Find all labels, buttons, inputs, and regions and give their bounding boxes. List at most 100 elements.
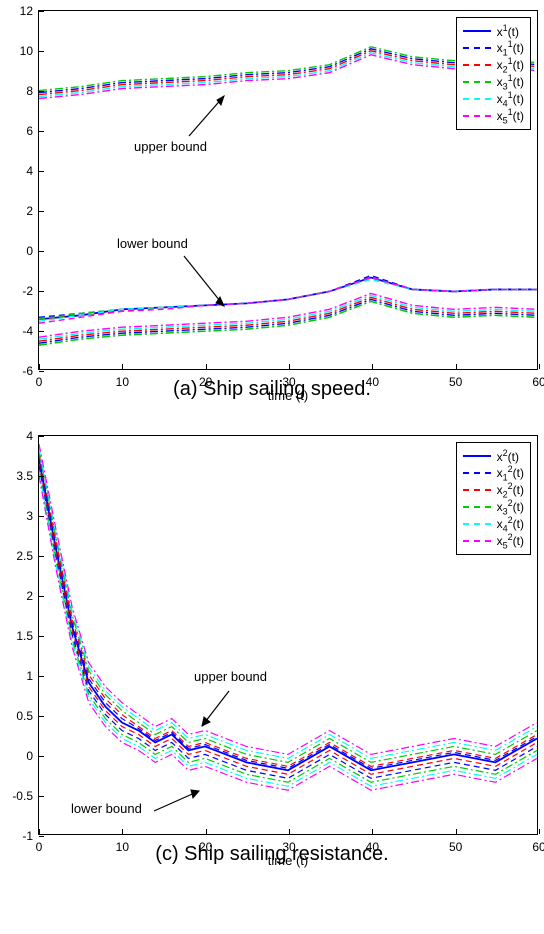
tick-label-x: 20 xyxy=(199,840,212,854)
tick-mark-x xyxy=(456,364,457,369)
tick-mark-y xyxy=(39,51,44,52)
tick-label-y: 12 xyxy=(7,4,33,18)
tick-label-y: 2.5 xyxy=(5,549,33,563)
tick-mark-y xyxy=(39,756,44,757)
arrow-lower-c xyxy=(149,786,209,816)
x-axis-label-a: time (t) xyxy=(268,388,308,403)
legend-label: x12(t) xyxy=(497,464,524,482)
legend-row: x2(t) xyxy=(463,448,524,464)
tick-label-x: 60 xyxy=(532,375,544,389)
tick-label-x: 40 xyxy=(366,840,379,854)
annotation-lower-c: lower bound xyxy=(71,801,142,816)
legend-row: x41(t) xyxy=(463,91,524,107)
legend-row: x31(t) xyxy=(463,74,524,90)
legend-label: x2(t) xyxy=(497,448,519,464)
tick-mark-y xyxy=(39,331,44,332)
tick-mark-y xyxy=(39,476,44,477)
tick-mark-x xyxy=(39,829,40,834)
tick-label-y: 10 xyxy=(7,44,33,58)
legend-swatch xyxy=(463,115,491,117)
arrow-upper-c xyxy=(194,686,244,736)
tick-label-y: 0 xyxy=(7,244,33,258)
legend-label: x1(t) xyxy=(497,23,519,39)
tick-mark-x xyxy=(122,829,123,834)
tick-label-x: 0 xyxy=(36,375,43,389)
tick-label-y: 3 xyxy=(5,509,33,523)
tick-mark-x xyxy=(39,364,40,369)
tick-mark-y xyxy=(39,636,44,637)
tick-mark-y xyxy=(39,836,44,837)
tick-mark-y xyxy=(39,131,44,132)
tick-mark-y xyxy=(39,676,44,677)
tick-mark-x xyxy=(539,829,540,834)
tick-mark-y xyxy=(39,11,44,12)
tick-label-x: 60 xyxy=(532,840,544,854)
legend-row: x52(t) xyxy=(463,533,524,549)
tick-mark-y xyxy=(39,91,44,92)
legend-c: x2(t)x12(t)x22(t)x32(t)x42(t)x52(t) xyxy=(456,442,531,555)
tick-label-x: 40 xyxy=(366,375,379,389)
tick-mark-y xyxy=(39,251,44,252)
legend-row: x21(t) xyxy=(463,57,524,73)
legend-swatch xyxy=(463,489,491,491)
tick-label-y: 1.5 xyxy=(5,629,33,643)
tick-mark-y xyxy=(39,716,44,717)
legend-swatch xyxy=(463,455,491,457)
tick-mark-x xyxy=(539,364,540,369)
tick-label-y: 8 xyxy=(7,84,33,98)
legend-swatch xyxy=(463,64,491,66)
legend-row: x32(t) xyxy=(463,499,524,515)
legend-label: x41(t) xyxy=(497,90,524,108)
legend-swatch xyxy=(463,30,491,32)
legend-swatch xyxy=(463,81,491,83)
legend-swatch xyxy=(463,98,491,100)
plot-area-c: upper bound lower bound x2(t)x12(t)x22(t… xyxy=(38,435,538,835)
legend-row: x51(t) xyxy=(463,108,524,124)
arrow-lower-a xyxy=(179,251,239,321)
legend-row: x22(t) xyxy=(463,482,524,498)
tick-mark-y xyxy=(39,436,44,437)
tick-label-x: 0 xyxy=(36,840,43,854)
tick-label-y: 0.5 xyxy=(5,709,33,723)
tick-label-x: 10 xyxy=(116,375,129,389)
legend-row: x1(t) xyxy=(463,23,524,39)
tick-mark-y xyxy=(39,596,44,597)
legend-swatch xyxy=(463,506,491,508)
tick-mark-y xyxy=(39,556,44,557)
legend-a: x1(t)x11(t)x21(t)x31(t)x41(t)x51(t) xyxy=(456,17,531,130)
tick-label-x: 50 xyxy=(449,840,462,854)
tick-label-x: 30 xyxy=(282,375,295,389)
tick-mark-y xyxy=(39,796,44,797)
legend-label: x32(t) xyxy=(497,498,524,516)
arrow-upper-a xyxy=(179,86,239,146)
tick-label-y: -1 xyxy=(5,829,33,843)
legend-label: x22(t) xyxy=(497,481,524,499)
tick-label-x: 20 xyxy=(199,375,212,389)
tick-mark-x xyxy=(206,364,207,369)
tick-mark-y xyxy=(39,291,44,292)
tick-label-y: 2 xyxy=(7,204,33,218)
legend-label: x42(t) xyxy=(497,515,524,533)
tick-mark-x xyxy=(456,829,457,834)
plot-area-a: upper bound lower bound x1(t)x11(t)x21(t… xyxy=(38,10,538,370)
tick-label-y: 2 xyxy=(5,589,33,603)
tick-label-y: 4 xyxy=(5,429,33,443)
figure-a: upper bound lower bound x1(t)x11(t)x21(t… xyxy=(0,0,544,401)
tick-label-y: 0 xyxy=(5,749,33,763)
tick-mark-x xyxy=(289,364,290,369)
tick-label-x: 50 xyxy=(449,375,462,389)
tick-mark-x xyxy=(372,829,373,834)
legend-row: x42(t) xyxy=(463,516,524,532)
legend-label: x21(t) xyxy=(497,56,524,74)
legend-label: x52(t) xyxy=(497,532,524,550)
legend-label: x51(t) xyxy=(497,107,524,125)
legend-label: x31(t) xyxy=(497,73,524,91)
tick-mark-x xyxy=(289,829,290,834)
tick-label-y: -2 xyxy=(7,284,33,298)
tick-mark-y xyxy=(39,211,44,212)
tick-label-x: 10 xyxy=(116,840,129,854)
tick-label-y: 4 xyxy=(7,164,33,178)
tick-label-y: 1 xyxy=(5,669,33,683)
tick-label-y: -6 xyxy=(7,364,33,378)
x-axis-label-c: time (t) xyxy=(268,853,308,868)
